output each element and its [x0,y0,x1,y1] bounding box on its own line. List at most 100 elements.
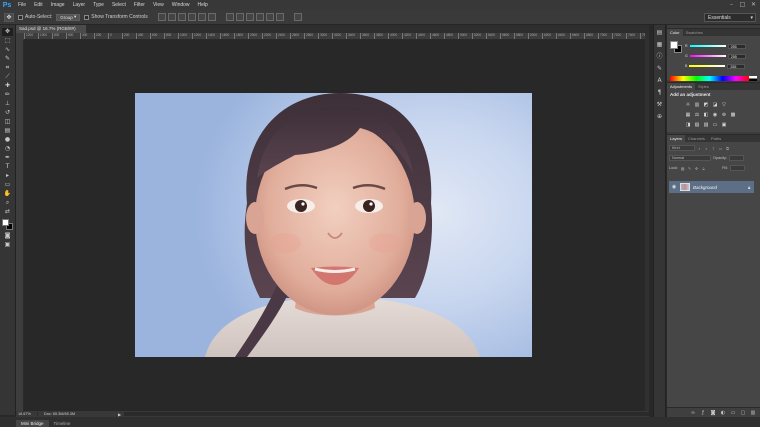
auto-select-checkbox[interactable]: Auto-Select: [18,14,52,20]
auto-align-icon[interactable] [293,13,302,21]
path-selection-tool-icon[interactable]: ▸ [2,172,13,180]
filter-type-icon[interactable]: T [711,146,716,151]
align-left-icon[interactable] [187,13,196,21]
gradient-map-icon[interactable]: ▭ [712,122,718,128]
red-slider[interactable] [689,45,726,47]
healing-brush-tool-icon[interactable]: ✚ [2,82,13,90]
menu-type[interactable]: Type [89,2,108,8]
tab-channels[interactable]: Channels [685,135,708,142]
canvas-area[interactable] [24,40,645,411]
threshold-icon[interactable]: ▨ [703,122,709,128]
lock-all-icon[interactable]: 🔒︎ [701,166,706,171]
tab-adjustments[interactable]: Adjustments [667,83,696,90]
filter-adjustment-icon[interactable]: ◐ [704,146,709,151]
minimize-button[interactable]: – [727,1,736,8]
filter-pixel-icon[interactable]: ▪ [697,146,702,151]
gradient-tool-icon[interactable]: ▤ [2,127,13,135]
exposure-icon[interactable]: ◪ [712,102,718,108]
tab-timeline[interactable]: Timeline [49,420,76,427]
brush-presets-icon[interactable]: ✎ [655,65,664,73]
pen-tool-icon[interactable]: ✒ [2,154,13,162]
swap-colors-icon[interactable]: ⇄ [2,208,13,216]
layer-name[interactable]: Background [693,185,745,190]
document-image[interactable] [135,93,532,357]
info-icon[interactable]: ⓘ [655,53,664,61]
new-adjustment-layer-icon[interactable]: ◐ [720,410,726,416]
zoom-level[interactable]: 16.67% [16,412,38,416]
distribute-bottom-icon[interactable] [245,13,254,21]
menu-layer[interactable]: Layer [69,2,90,8]
levels-icon[interactable]: ▥ [694,102,700,108]
lock-position-icon[interactable]: ✥ [694,166,699,171]
black-white-icon[interactable]: ◧ [703,112,709,118]
curves-icon[interactable]: ◩ [703,102,709,108]
distribute-left-icon[interactable] [255,13,264,21]
green-slider-row[interactable]: G 255 [685,53,759,59]
color-swatches[interactable] [1,219,14,231]
hand-tool-icon[interactable]: ✋ [2,190,13,198]
tab-mini-bridge[interactable]: Mini Bridge [16,420,49,427]
eyedropper-tool-icon[interactable]: ⟋ [2,73,13,81]
opacity-field[interactable] [728,155,744,161]
tab-styles[interactable]: Styles [695,83,712,90]
distribute-top-icon[interactable] [225,13,234,21]
blue-value[interactable]: 255 [727,63,746,69]
lasso-tool-icon[interactable]: ∿ [2,46,13,54]
foreground-color-swatch[interactable] [670,41,678,49]
new-group-icon[interactable]: ▭ [730,410,736,416]
tool-presets-icon[interactable]: ⚒ [655,101,664,109]
tab-paths[interactable]: Paths [708,135,724,142]
status-menu-arrow-icon[interactable]: ▶ [118,412,121,417]
menu-filter[interactable]: Filter [130,2,149,8]
tab-layers[interactable]: Layers [667,135,686,142]
clone-stamp-tool-icon[interactable]: ⊥ [2,100,13,108]
filter-shape-icon[interactable]: ▭ [718,146,723,151]
lock-image-icon[interactable]: ✎ [687,166,692,171]
type-tool-icon[interactable]: T [2,163,13,171]
blue-slider-row[interactable]: B 255 [685,63,759,69]
color-spectrum-ramp[interactable] [670,76,749,81]
vibrance-icon[interactable]: ▽ [721,102,727,108]
show-transform-checkbox[interactable]: Show Transform Controls [84,14,148,20]
new-layer-icon[interactable]: ▢ [740,410,746,416]
history-icon[interactable]: ▤ [655,29,664,37]
shape-tool-icon[interactable]: ▭ [2,181,13,189]
brightness-contrast-icon[interactable]: ☼ [685,102,691,108]
tab-color[interactable]: Color [667,29,683,36]
visibility-eye-icon[interactable]: ◉ [671,184,677,190]
clone-source-icon[interactable]: ⊕ [655,113,664,121]
hue-saturation-icon[interactable]: ▦ [685,112,691,118]
eraser-tool-icon[interactable]: ◫ [2,118,13,126]
distribute-hcenter-icon[interactable] [265,13,274,21]
marquee-tool-icon[interactable]: ⬚ [2,37,13,45]
vertical-scrollbar[interactable] [645,33,649,411]
distribute-right-icon[interactable] [275,13,284,21]
quick-select-tool-icon[interactable]: ✎ [2,55,13,63]
screen-mode-icon[interactable]: ▣ [2,241,13,249]
menu-view[interactable]: View [149,2,168,8]
menu-edit[interactable]: Edit [30,2,47,8]
workspace-switcher[interactable]: Essentials ▾ [704,13,756,22]
red-slider-row[interactable]: R 255 [685,43,759,49]
foreground-color-swatch[interactable] [1,219,9,226]
trash-icon[interactable]: ▥ [750,410,756,416]
invert-icon[interactable]: ◨ [685,122,691,128]
move-tool-icon[interactable]: ✥ [2,28,13,36]
blur-tool-icon[interactable]: ● [2,136,13,144]
black-white-ramp[interactable] [749,76,757,81]
selective-color-icon[interactable]: ▣ [721,122,727,128]
zoom-tool-icon[interactable]: ⌕ [2,199,13,207]
color-balance-icon[interactable]: ⚖ [694,112,700,118]
photo-filter-icon[interactable]: ◉ [712,112,718,118]
color-lookup-icon[interactable]: ▩ [730,112,736,118]
quick-mask-icon[interactable]: ◙ [2,232,13,240]
kind-filter-dropdown[interactable]: Kind [669,145,695,151]
brush-tool-icon[interactable]: ✏ [2,91,13,99]
auto-select-dropdown[interactable]: Group ▾ [56,13,81,21]
menu-help[interactable]: Help [194,2,212,8]
close-button[interactable]: ✕ [749,1,758,8]
menu-file[interactable]: File [14,2,30,8]
tab-swatches[interactable]: Swatches [683,29,706,36]
layer-style-icon[interactable]: ƒ [700,410,706,416]
green-slider[interactable] [689,55,726,57]
